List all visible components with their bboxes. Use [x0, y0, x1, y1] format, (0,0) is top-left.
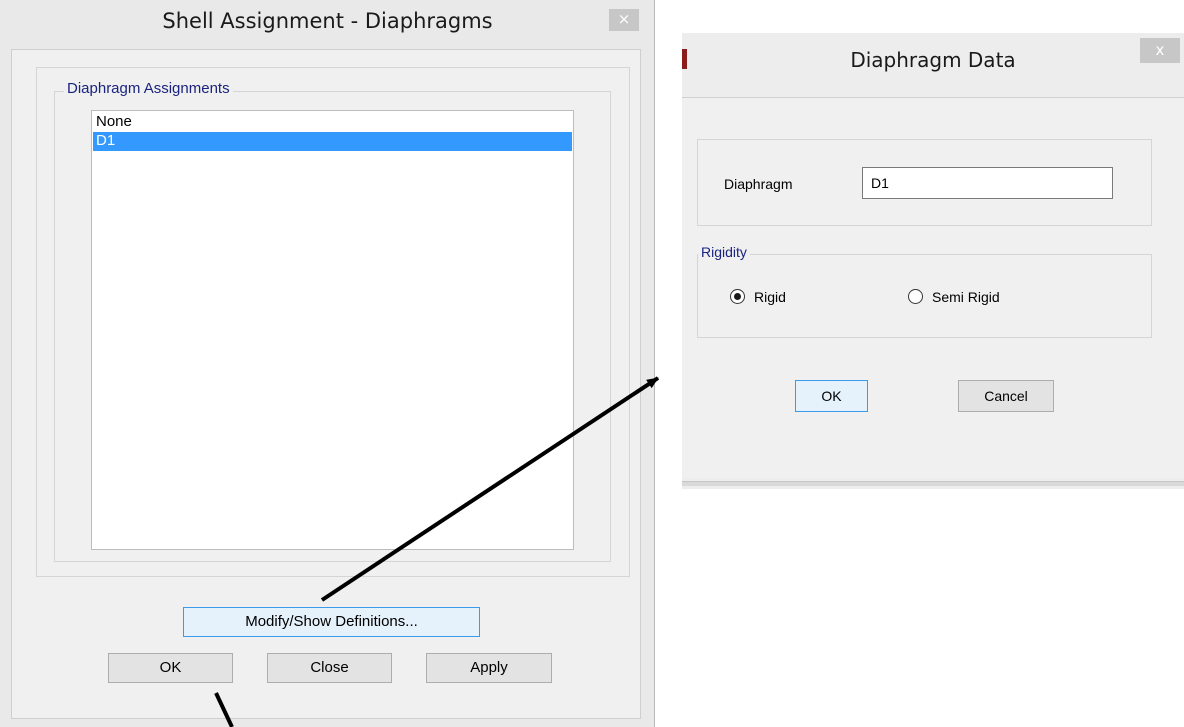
diaphragm-name-input[interactable]: [862, 167, 1113, 199]
dialog-body: Diaphragm Rigidity Rigid Semi Rigid OK C…: [682, 97, 1184, 478]
semi-rigid-radio[interactable]: Semi Rigid: [908, 289, 1028, 309]
dialog-title: Shell Assignment - Diaphragms: [162, 9, 493, 33]
cancel-button[interactable]: Cancel: [958, 380, 1054, 412]
close-button[interactable]: Close: [267, 653, 392, 683]
rigid-radio-label: Rigid: [754, 289, 786, 305]
dialog-title: Diaphragm Data: [850, 48, 1016, 72]
dialog-bottom-edge: [682, 481, 1184, 486]
list-item-none[interactable]: None: [93, 113, 572, 132]
rigid-radio[interactable]: Rigid: [730, 289, 810, 309]
ok-button[interactable]: OK: [795, 380, 868, 412]
close-icon[interactable]: x: [1140, 38, 1180, 63]
ok-button[interactable]: OK: [108, 653, 233, 683]
modify-show-definitions-button[interactable]: Modify/Show Definitions...: [183, 607, 480, 637]
shell-assignment-dialog: Shell Assignment - Diaphragms × Diaphrag…: [0, 0, 655, 727]
apply-button[interactable]: Apply: [426, 653, 552, 683]
semi-rigid-radio-indicator[interactable]: [908, 289, 923, 304]
close-icon[interactable]: ×: [609, 9, 639, 31]
rigid-radio-indicator[interactable]: [730, 289, 745, 304]
list-item-d1[interactable]: D1: [93, 132, 572, 151]
rigidity-label: Rigidity: [698, 244, 750, 260]
semi-rigid-radio-label: Semi Rigid: [932, 289, 1000, 305]
diaphragm-label: Diaphragm: [724, 176, 793, 192]
diaphragm-listbox[interactable]: None D1: [91, 110, 574, 550]
title-bar[interactable]: Shell Assignment - Diaphragms ×: [0, 0, 654, 50]
diaphragm-data-dialog: Diaphragm Data x Diaphragm Rigidity Rigi…: [682, 33, 1184, 489]
dialog-body: Diaphragm Assignments None D1 Modify/Sho…: [11, 49, 641, 719]
group-label: Diaphragm Assignments: [64, 80, 233, 97]
